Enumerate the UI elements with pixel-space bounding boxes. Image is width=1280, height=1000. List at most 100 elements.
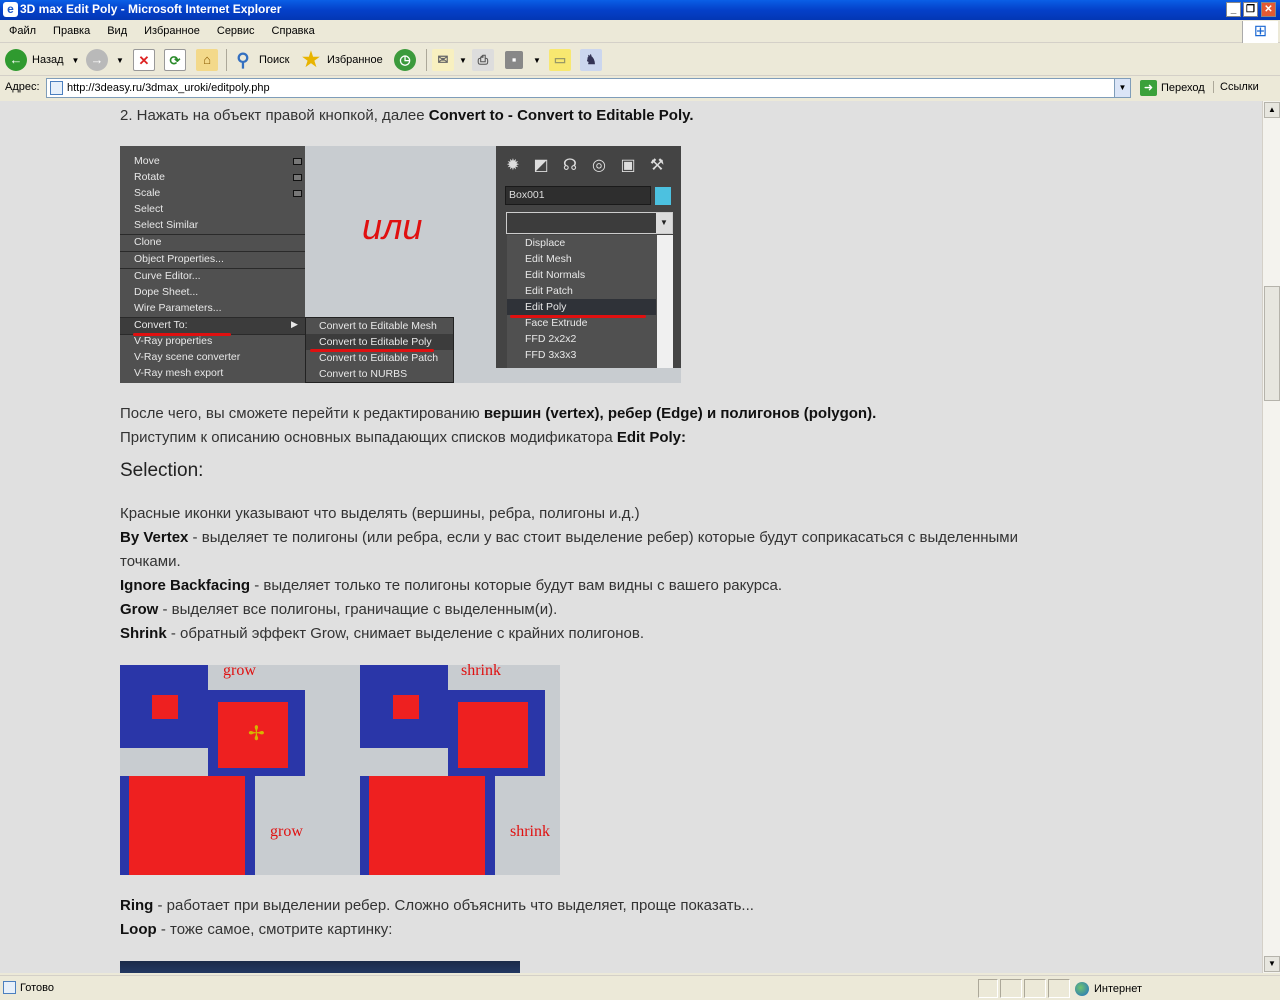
mail-icon: ✉: [432, 49, 454, 71]
ctx-item: V-Ray properties: [134, 335, 213, 347]
ctx-item: Clone: [134, 236, 162, 248]
modifier-item: FFD 3x3x3: [525, 349, 577, 361]
grow-label-bottom: grow: [270, 823, 303, 840]
modifier-item-edit-poly: Edit Poly: [525, 301, 567, 313]
command-panel: ✹ ◩ ☊ ◎ ▣ ⚒ Box001 ▼ Displace Edit Mesh …: [496, 146, 681, 368]
links-button[interactable]: Ссылки: [1213, 81, 1259, 93]
page-status-icon: [3, 981, 16, 994]
sub-item-editable-poly: Convert to Editable Poly: [319, 336, 432, 348]
forward-dropdown-icon[interactable]: ▼: [116, 56, 124, 65]
address-label: Адрес:: [5, 81, 40, 93]
modifier-item: Edit Mesh: [525, 253, 572, 265]
stop-button[interactable]: ✕: [133, 48, 155, 72]
search-icon: ⚲: [236, 50, 250, 70]
gray-gap: [360, 748, 448, 775]
mail-dropdown-icon[interactable]: ▼: [459, 56, 467, 65]
go-arrow-icon: ➜: [1140, 80, 1157, 96]
menu-edit[interactable]: Правка: [44, 21, 98, 37]
grow-arrows-icon: ✢: [248, 723, 265, 745]
edit-dropdown-icon[interactable]: ▼: [533, 56, 541, 65]
ctx-item: Move: [134, 155, 160, 167]
browser-window: e 3D max Edit Poly - Microsoft Internet …: [0, 0, 1280, 1000]
print-button[interactable]: ⎙: [472, 48, 494, 72]
menu-tools[interactable]: Сервис: [208, 21, 263, 37]
menu-view[interactable]: Вид: [98, 21, 135, 37]
modifier-list-dropdown: ▼: [506, 212, 673, 234]
messenger-button[interactable]: ♞: [580, 48, 602, 72]
scroll-up-icon[interactable]: ▲: [1264, 102, 1280, 118]
scroll-thumb[interactable]: [1264, 286, 1280, 401]
ctx-item: Select: [134, 203, 164, 215]
ctx-item-convert-to: Convert To:: [134, 319, 188, 331]
ignore-backfacing-text: Ignore Backfacing - выделяет только те п…: [120, 577, 783, 594]
red-polygons: [369, 776, 485, 875]
modifier-item: FFD 2x2x2: [525, 333, 577, 345]
toolbar-separator: [426, 49, 427, 71]
star-icon: ★: [302, 49, 320, 71]
grow-text: Grow - выделяет все полигоны, граничащие…: [120, 601, 558, 618]
forward-button[interactable]: → ▼: [86, 48, 124, 72]
ctx-item: V-Ray scene converter: [134, 351, 241, 363]
vertical-scrollbar[interactable]: ▲ ▼: [1262, 101, 1280, 973]
red-polygon: [152, 695, 178, 719]
edit-button[interactable]: ▪ ▼: [505, 48, 541, 72]
shrink-label-top: shrink: [461, 662, 501, 679]
sub-item: Convert to Editable Patch: [319, 352, 439, 364]
menu-file[interactable]: Файл: [0, 21, 44, 37]
address-bar: Адрес: http://3deasy.ru/3dmax_uroki/edit…: [0, 77, 1280, 99]
mail-button[interactable]: ✉ ▼: [432, 48, 467, 72]
address-input[interactable]: http://3deasy.ru/3dmax_uroki/editpoly.ph…: [46, 78, 1131, 98]
ctx-item: Rotate: [134, 171, 165, 183]
red-polygons: [458, 702, 528, 768]
convert-menu-screenshot: Move Rotate Scale Select Select Similar …: [120, 146, 681, 383]
intro-text: Приступим к описанию основных выпадающих…: [120, 429, 686, 446]
loop-text: Loop - тоже самое, смотрите картинку:: [120, 921, 393, 938]
modifier-item: Displace: [525, 237, 566, 249]
back-dropdown-icon[interactable]: ▼: [72, 56, 80, 65]
create-icon: ✹: [506, 157, 520, 174]
toolbar-separator: [226, 49, 227, 71]
home-button[interactable]: ⌂: [196, 48, 218, 72]
minimize-button[interactable]: _: [1226, 2, 1241, 17]
edit-icon: ▪: [505, 51, 523, 69]
ctx-item: Scale: [134, 187, 161, 199]
modifier-item: Edit Normals: [525, 269, 586, 281]
status-cell: [1048, 979, 1070, 998]
go-button[interactable]: ➜ Переход: [1140, 80, 1205, 96]
close-button[interactable]: ✕: [1261, 2, 1276, 17]
favorites-label: Избранное: [327, 54, 383, 66]
printer-icon: ⎙: [472, 49, 494, 71]
menu-favorites[interactable]: Избранное: [135, 21, 208, 37]
ie-icon: e: [3, 2, 18, 17]
discuss-button[interactable]: ▭: [549, 48, 571, 72]
security-zone: Интернет: [1075, 982, 1142, 996]
address-dropdown-icon[interactable]: ▼: [1114, 79, 1130, 97]
red-polygons: [129, 776, 245, 875]
modifier-list: Displace Edit Mesh Edit Normals Edit Pat…: [507, 235, 673, 368]
by-vertex-text: By Vertex - выделяет те полигоны (или ре…: [120, 529, 1018, 546]
back-label: Назад: [32, 54, 64, 66]
scroll-down-icon[interactable]: ▼: [1264, 956, 1280, 972]
history-button[interactable]: ◷: [394, 48, 416, 72]
gray-gap: [120, 748, 208, 775]
back-button[interactable]: ← Назад ▼: [5, 48, 79, 72]
settings-box-icon: [293, 190, 302, 197]
maximize-button[interactable]: ❐: [1243, 2, 1258, 17]
home-icon: ⌂: [196, 49, 218, 71]
submenu-arrow-icon: ▶: [291, 319, 298, 329]
favorites-button[interactable]: ★ Избранное: [300, 48, 383, 72]
refresh-button[interactable]: ⟳: [164, 48, 186, 72]
settings-box-icon: [293, 174, 302, 181]
zone-label: Интернет: [1094, 983, 1142, 995]
globe-icon: [1075, 982, 1089, 996]
search-button[interactable]: ⚲ Поиск: [232, 48, 289, 72]
sub-item: Convert to Editable Mesh: [319, 320, 437, 332]
object-color-swatch: [655, 187, 671, 205]
menu-help[interactable]: Справка: [263, 21, 323, 37]
menu-bar: Файл Правка Вид Избранное Сервис Справка: [0, 21, 1280, 43]
stop-icon: ✕: [133, 49, 155, 71]
red-underline: [510, 315, 646, 318]
chevron-down-icon: ▼: [656, 213, 672, 233]
messenger-icon: ♞: [580, 49, 602, 71]
status-bar: Готово Интернет: [0, 975, 1280, 1000]
